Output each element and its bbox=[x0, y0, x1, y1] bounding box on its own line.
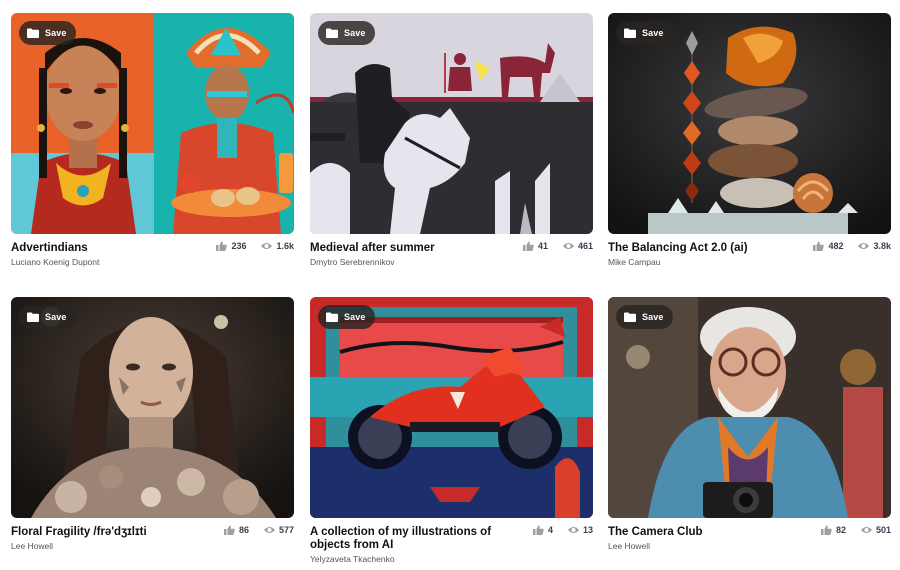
shot-author[interactable]: Luciano Koenig Dupont bbox=[11, 257, 99, 267]
folder-icon bbox=[326, 28, 338, 38]
save-button[interactable]: Save bbox=[318, 305, 376, 329]
shot-thumbnail[interactable]: Save bbox=[608, 297, 891, 518]
eye-icon bbox=[858, 243, 870, 249]
artwork-image bbox=[608, 297, 891, 518]
save-button[interactable]: Save bbox=[19, 305, 77, 329]
likes-count: 4 bbox=[547, 525, 553, 535]
shot-author[interactable]: Mike Campau bbox=[608, 257, 660, 267]
shot-thumbnail[interactable]: Save bbox=[11, 13, 294, 234]
save-button[interactable]: Save bbox=[616, 305, 674, 329]
shot-author[interactable]: Lee Howell bbox=[608, 541, 650, 551]
likes-count: 82 bbox=[835, 525, 846, 535]
shot-stats: 41 461 bbox=[522, 241, 593, 251]
eye-icon bbox=[567, 527, 579, 533]
save-label: Save bbox=[344, 28, 366, 38]
likes-count: 482 bbox=[828, 241, 844, 251]
eye-icon bbox=[261, 243, 273, 249]
shot-thumbnail[interactable]: Save bbox=[11, 297, 294, 518]
shot-thumbnail[interactable]: Save bbox=[310, 297, 593, 518]
thumbs-up-icon[interactable] bbox=[532, 525, 544, 535]
artwork-image bbox=[608, 13, 891, 234]
views-count: 461 bbox=[577, 241, 593, 251]
views-count: 501 bbox=[875, 525, 891, 535]
eye-icon bbox=[263, 527, 275, 533]
eye-icon bbox=[860, 527, 872, 533]
folder-icon bbox=[27, 28, 39, 38]
views-count: 1.6k bbox=[276, 241, 294, 251]
folder-icon bbox=[326, 312, 338, 322]
likes-count: 41 bbox=[537, 241, 548, 251]
save-button[interactable]: Save bbox=[19, 21, 77, 45]
likes-count: 236 bbox=[231, 241, 247, 251]
likes-count: 86 bbox=[238, 525, 249, 535]
artwork-image bbox=[11, 297, 294, 518]
eye-icon bbox=[562, 243, 574, 249]
shot-thumbnail[interactable]: Save bbox=[310, 13, 593, 234]
shot-title[interactable]: The Camera Club bbox=[608, 526, 703, 539]
shot-title[interactable]: Medieval after summer bbox=[310, 242, 435, 255]
save-label: Save bbox=[642, 28, 664, 38]
thumbs-up-icon[interactable] bbox=[820, 525, 832, 535]
views-count: 13 bbox=[582, 525, 593, 535]
save-label: Save bbox=[45, 28, 67, 38]
shot-stats: 236 1.6k bbox=[216, 241, 294, 251]
artwork-image bbox=[11, 13, 294, 234]
save-button[interactable]: Save bbox=[616, 21, 674, 45]
thumbs-up-icon[interactable] bbox=[223, 525, 235, 535]
views-count: 577 bbox=[278, 525, 294, 535]
shot-stats: 82 501 bbox=[820, 525, 891, 535]
views-count: 3.8k bbox=[873, 241, 891, 251]
shot-title[interactable]: Advertindians bbox=[11, 242, 88, 255]
shot-title[interactable]: Floral Fragility /frə'dʒɪlɪti bbox=[11, 526, 147, 539]
thumbs-up-icon[interactable] bbox=[813, 241, 825, 251]
folder-icon bbox=[27, 312, 39, 322]
artwork-image bbox=[310, 13, 593, 234]
shot-stats: 86 577 bbox=[223, 525, 294, 535]
folder-icon bbox=[624, 28, 636, 38]
shot-author[interactable]: Lee Howell bbox=[11, 541, 53, 551]
shot-stats: 482 3.8k bbox=[813, 241, 891, 251]
artwork-image bbox=[310, 297, 593, 518]
thumbs-up-icon[interactable] bbox=[522, 241, 534, 251]
save-label: Save bbox=[642, 312, 664, 322]
folder-icon bbox=[624, 312, 636, 322]
shot-title[interactable]: The Balancing Act 2.0 (ai) bbox=[608, 242, 748, 255]
save-label: Save bbox=[45, 312, 67, 322]
shot-thumbnail[interactable]: Save bbox=[608, 13, 891, 234]
shot-title-line-2[interactable]: objects from AI bbox=[310, 539, 393, 552]
save-button[interactable]: Save bbox=[318, 21, 376, 45]
thumbs-up-icon[interactable] bbox=[216, 241, 228, 251]
shot-author[interactable]: Yelyzaveta Tkachenko bbox=[310, 554, 395, 564]
shot-stats: 4 13 bbox=[532, 525, 593, 535]
save-label: Save bbox=[344, 312, 366, 322]
shot-author[interactable]: Dmytro Serebrennikov bbox=[310, 257, 395, 267]
shot-title[interactable]: A collection of my illustrations of bbox=[310, 526, 491, 539]
